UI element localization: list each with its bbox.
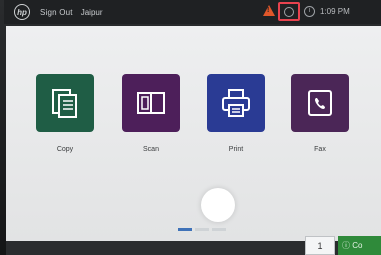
fax-app-label: Fax — [314, 146, 326, 153]
info-icon[interactable]: i — [304, 6, 315, 17]
status-icon[interactable] — [284, 7, 294, 17]
user-name: Jaipur — [80, 7, 103, 17]
copies-count-field[interactable]: 1 — [305, 236, 335, 255]
swipe-handle[interactable] — [201, 188, 235, 222]
page-indicator-1[interactable] — [178, 228, 192, 231]
copy-app-tile[interactable] — [36, 74, 94, 132]
scan-icon — [137, 92, 165, 114]
warning-icon[interactable] — [263, 5, 275, 16]
scan-app-label: Scan — [143, 146, 159, 153]
print-app-label: Print — [228, 146, 244, 153]
copy-app-label: Copy — [56, 146, 74, 153]
page-indicator-3[interactable] — [212, 228, 226, 231]
print-app-tile[interactable] — [207, 74, 265, 132]
fax-icon — [308, 90, 332, 116]
copy-icon — [52, 89, 77, 118]
hp-logo-icon: hp — [14, 4, 30, 20]
clock: 1:09 PM — [320, 7, 350, 16]
scan-app-tile[interactable] — [122, 74, 180, 132]
fax-app-tile[interactable] — [291, 74, 349, 132]
page-indicator-2[interactable] — [195, 228, 209, 231]
print-icon — [222, 89, 250, 117]
status-icon-highlight[interactable] — [278, 2, 300, 21]
home-screen: Copy Scan Print Fax — [6, 26, 381, 241]
sign-out-link[interactable]: Sign Out — [40, 8, 73, 17]
start-copy-button[interactable]: ⓘ Co — [338, 236, 381, 255]
